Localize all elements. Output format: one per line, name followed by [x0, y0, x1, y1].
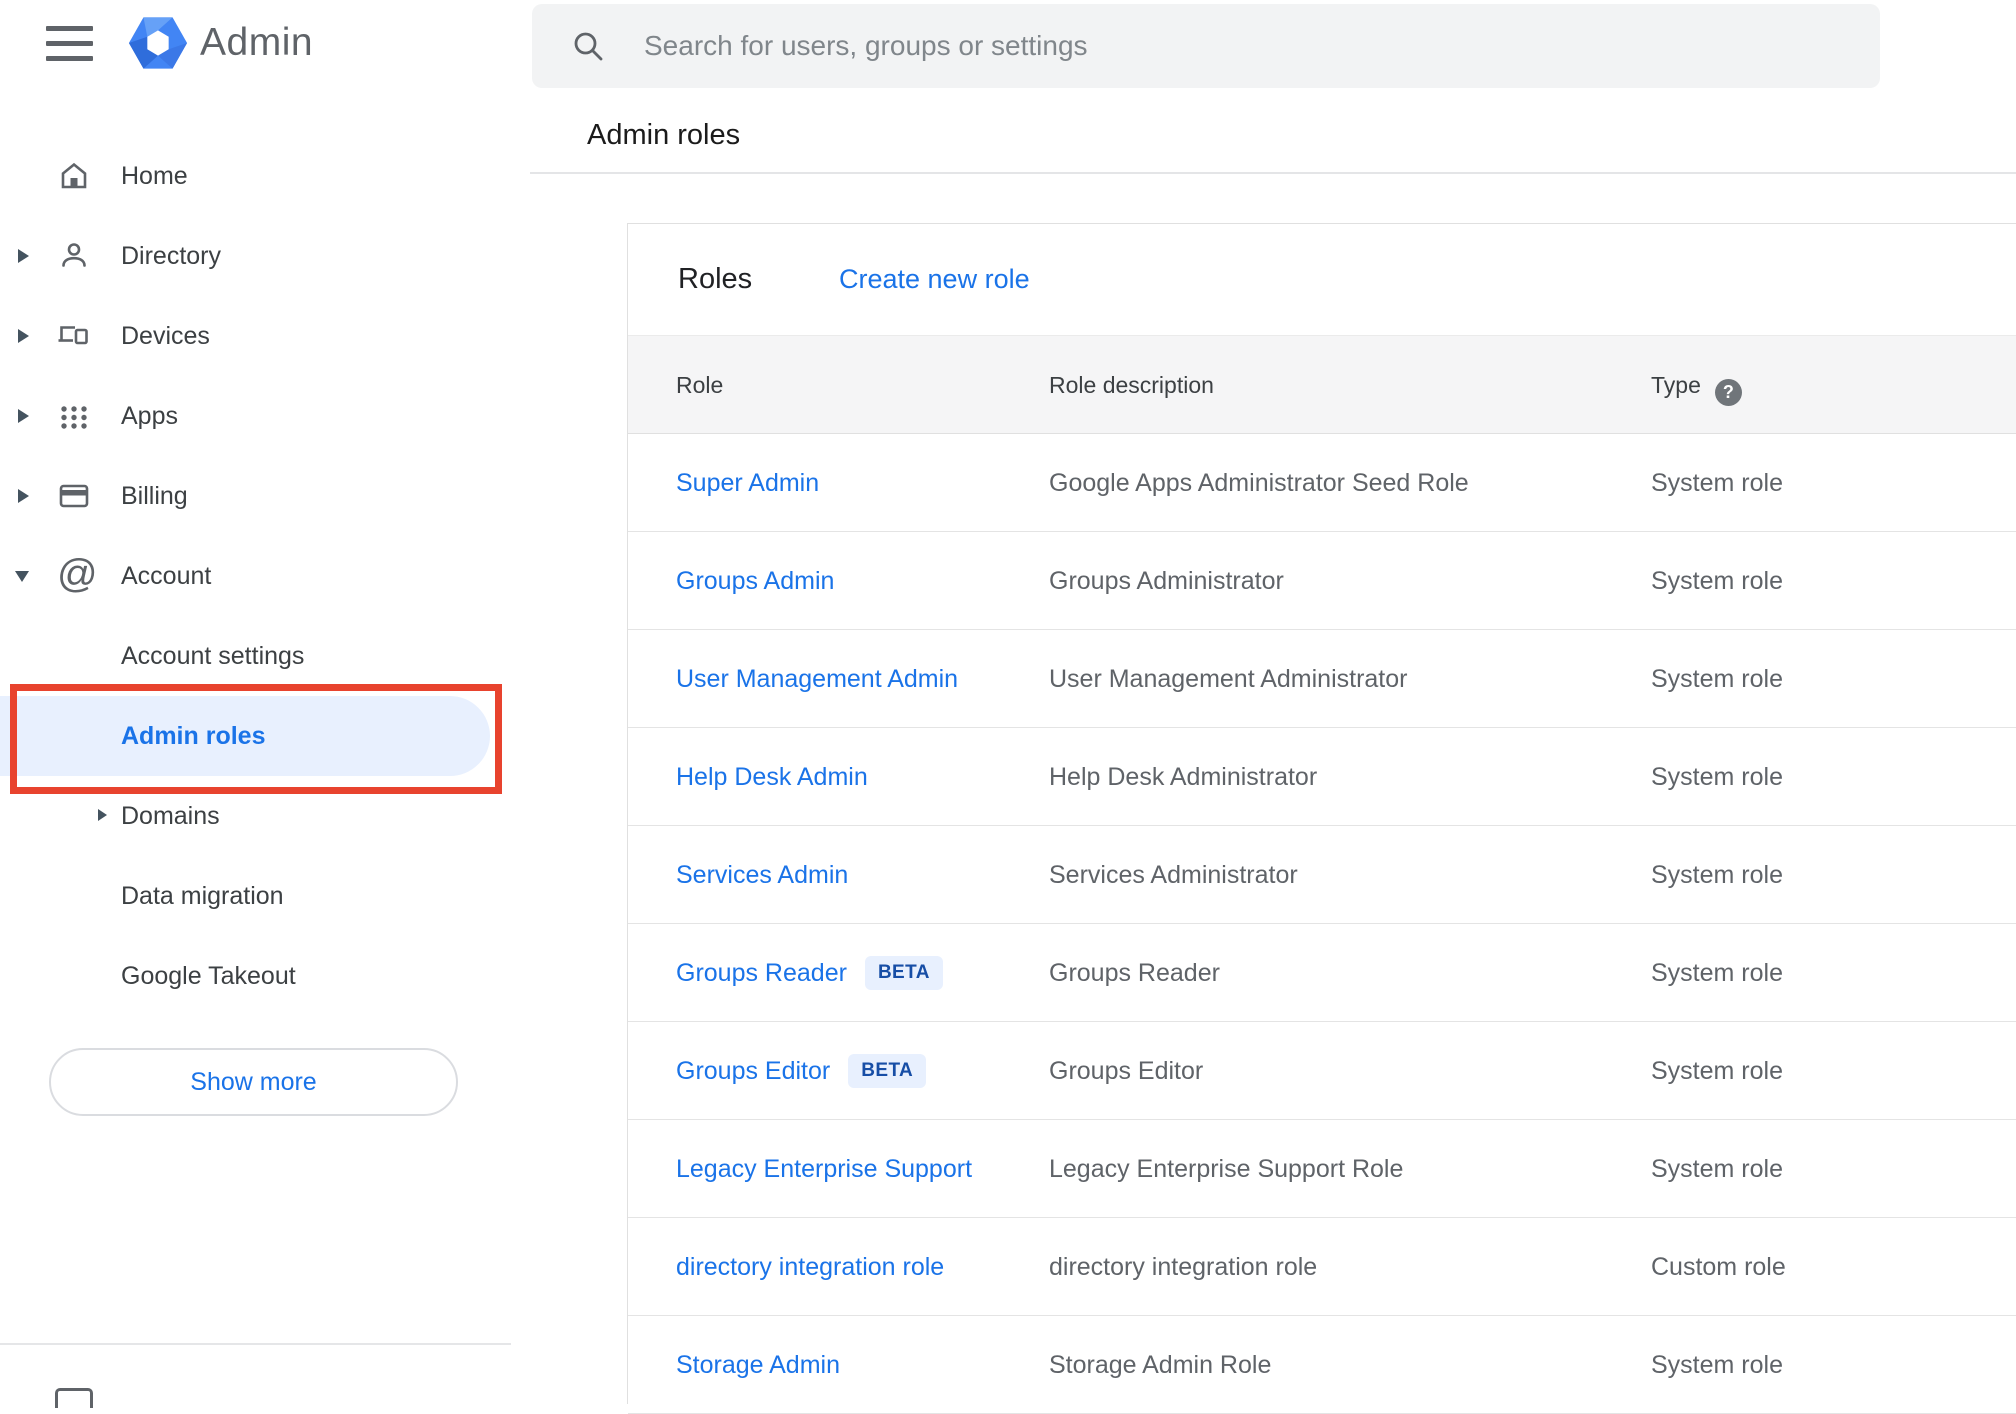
role-description: Help Desk Administrator: [1049, 762, 1318, 791]
role-type: System role: [1651, 468, 1783, 497]
table-row: Services Admin Services Administrator Sy…: [628, 826, 2016, 924]
hamburger-menu-icon[interactable]: [46, 26, 93, 61]
role-description: directory integration role: [1049, 1252, 1318, 1281]
chevron-right-icon[interactable]: [98, 809, 107, 821]
sidebar-item-admin-roles[interactable]: Admin roles: [0, 696, 515, 776]
help-icon[interactable]: ?: [1714, 379, 1742, 406]
search-icon: [574, 32, 603, 61]
roles-card: Roles Create new role Role Role descript…: [627, 223, 2016, 1414]
sidebar-item-data-migration[interactable]: Data migration: [0, 856, 515, 936]
table-row: Help Desk Admin Help Desk Administrator …: [628, 728, 2016, 826]
roles-table-body: Super Admin Google Apps Administrator Se…: [628, 434, 2016, 1414]
role-type: System role: [1651, 664, 1783, 693]
role-description: Groups Editor: [1049, 1056, 1204, 1085]
roles-card-header: Roles Create new role: [628, 224, 2016, 335]
role-description: Groups Reader: [1049, 958, 1220, 987]
sidebar-nav: Home Directory Devices Apps Billing @ Ac…: [0, 136, 515, 1016]
table-row: Legacy Enterprise Support Legacy Enterpr…: [628, 1120, 2016, 1218]
sidebar-item-label: Account settings: [121, 642, 305, 670]
chevron-down-icon[interactable]: [15, 571, 29, 582]
sidebar-item-label: Domains: [121, 802, 220, 830]
clipped-bottom-icon: [55, 1388, 93, 1408]
create-new-role-link[interactable]: Create new role: [839, 224, 1030, 335]
beta-badge: BETA: [848, 1054, 927, 1088]
apps-grid-icon: [61, 406, 87, 429]
role-link[interactable]: Services Admin: [676, 861, 848, 890]
role-description: User Management Administrator: [1049, 664, 1408, 693]
role-type: System role: [1651, 1154, 1783, 1183]
sidebar: Admin Home Directory Devices Apps Billin…: [0, 0, 515, 1408]
role-link[interactable]: User Management Admin: [676, 665, 958, 694]
app-title: Admin: [200, 21, 314, 64]
beta-badge: BETA: [864, 956, 943, 990]
chevron-right-icon[interactable]: [18, 249, 29, 263]
table-row: Super Admin Google Apps Administrator Se…: [628, 434, 2016, 532]
sidebar-item-label: Billing: [121, 482, 188, 510]
header-divider: [530, 172, 2016, 174]
sidebar-item-label: Google Takeout: [121, 962, 296, 990]
sidebar-item-label: Account: [121, 562, 212, 590]
column-header-type: Type?: [1651, 336, 1742, 435]
sidebar-item-label: Apps: [121, 402, 178, 430]
sidebar-item-home[interactable]: Home: [0, 136, 515, 216]
chevron-right-icon[interactable]: [18, 409, 29, 423]
table-header-row: Role Role description Type?: [628, 335, 2016, 434]
table-row: Groups Admin Groups Administrator System…: [628, 532, 2016, 630]
sidebar-item-directory[interactable]: Directory: [0, 216, 515, 296]
role-type: System role: [1651, 566, 1783, 595]
role-description: Legacy Enterprise Support Role: [1049, 1154, 1404, 1183]
at-sign-icon: @: [57, 552, 98, 596]
home-icon: [61, 162, 87, 189]
sidebar-item-label: Data migration: [121, 882, 284, 910]
sidebar-item-domains[interactable]: Domains: [0, 776, 515, 856]
search-bar[interactable]: [532, 4, 1880, 88]
sidebar-item-label: Directory: [121, 242, 222, 270]
search-input[interactable]: [644, 4, 1824, 88]
role-type: System role: [1651, 958, 1783, 987]
sidebar-item-account[interactable]: @ Account: [0, 536, 515, 616]
role-description: Google Apps Administrator Seed Role: [1049, 468, 1469, 497]
show-more-button[interactable]: Show more: [49, 1048, 458, 1116]
role-type: System role: [1651, 860, 1783, 889]
role-description: Groups Administrator: [1049, 566, 1284, 595]
devices-icon: [58, 326, 88, 345]
column-header-role: Role: [676, 372, 724, 398]
role-link[interactable]: Help Desk Admin: [676, 763, 868, 792]
role-description: Services Administrator: [1049, 860, 1298, 889]
role-link[interactable]: Storage Admin: [676, 1351, 840, 1380]
sidebar-item-label: Home: [121, 162, 188, 190]
credit-card-icon: [59, 484, 89, 508]
table-row: Groups Editor BETA Groups Editor System …: [628, 1022, 2016, 1120]
column-header-role-description: Role description: [1049, 372, 1214, 398]
role-link[interactable]: directory integration role: [676, 1253, 944, 1282]
breadcrumb-page-title: Admin roles: [587, 119, 741, 151]
sidebar-item-billing[interactable]: Billing: [0, 456, 515, 536]
sidebar-item-google-takeout[interactable]: Google Takeout: [0, 936, 515, 1016]
sidebar-item-account-settings[interactable]: Account settings: [0, 616, 515, 696]
chevron-right-icon[interactable]: [18, 489, 29, 503]
sidebar-item-label: Admin roles: [121, 722, 266, 750]
sidebar-bottom-divider: [0, 1343, 511, 1345]
sidebar-item-devices[interactable]: Devices: [0, 296, 515, 376]
role-link[interactable]: Super Admin: [676, 469, 819, 498]
table-row: Storage Admin Storage Admin Role System …: [628, 1316, 2016, 1414]
table-row: directory integration role directory int…: [628, 1218, 2016, 1316]
person-icon: [62, 243, 86, 267]
role-link[interactable]: Legacy Enterprise Support: [676, 1155, 972, 1184]
role-link[interactable]: Groups Admin: [676, 567, 834, 596]
role-link[interactable]: Groups Reader: [676, 959, 847, 988]
role-type: System role: [1651, 1350, 1783, 1379]
chevron-right-icon[interactable]: [18, 329, 29, 343]
role-link[interactable]: Groups Editor: [676, 1057, 830, 1086]
sidebar-item-apps[interactable]: Apps: [0, 376, 515, 456]
roles-title: Roles: [678, 263, 753, 295]
sidebar-item-label: Devices: [121, 322, 210, 350]
role-type: System role: [1651, 762, 1783, 791]
role-type: System role: [1651, 1056, 1783, 1085]
google-admin-logo-icon: [128, 17, 188, 69]
table-row: Groups Reader BETA Groups Reader System …: [628, 924, 2016, 1022]
role-description: Storage Admin Role: [1049, 1350, 1272, 1379]
table-row: User Management Admin User Management Ad…: [628, 630, 2016, 728]
role-type: Custom role: [1651, 1252, 1786, 1281]
